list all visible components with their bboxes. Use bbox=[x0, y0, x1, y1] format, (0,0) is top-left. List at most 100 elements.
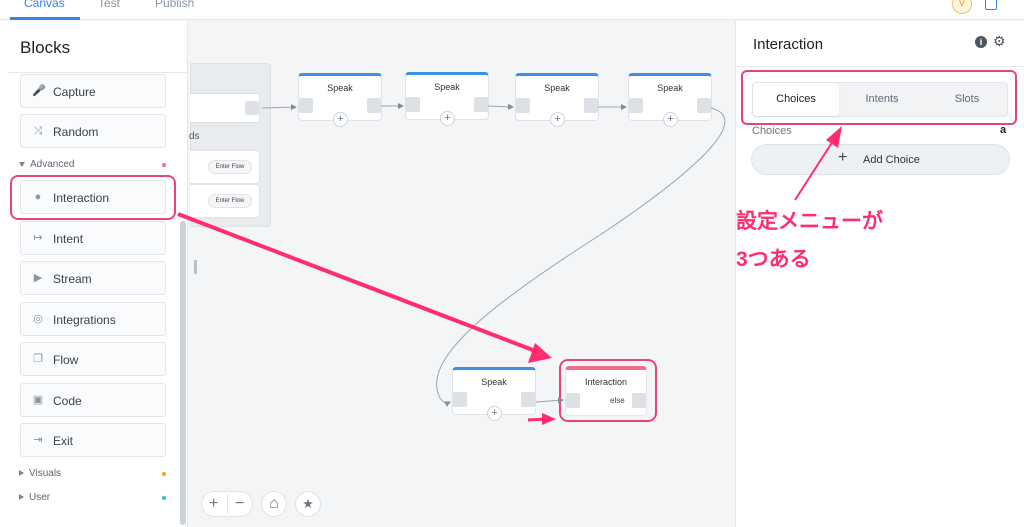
block-code[interactable]: ▣ Code bbox=[20, 383, 166, 417]
choices-label: Choices bbox=[752, 125, 792, 137]
section-advanced[interactable]: Advanced bbox=[19, 159, 74, 170]
section-label: Advanced bbox=[30, 159, 75, 170]
play-icon: ▶ bbox=[33, 272, 43, 284]
block-label: Stream bbox=[53, 272, 92, 286]
group-text: ds bbox=[189, 131, 200, 142]
speak-node[interactable]: Speak + bbox=[298, 73, 382, 127]
node-input-port[interactable] bbox=[299, 98, 313, 113]
node-output-port[interactable] bbox=[584, 98, 598, 113]
node-title: Speak bbox=[481, 377, 507, 387]
active-tab-underline bbox=[10, 17, 80, 20]
node-input-port[interactable] bbox=[406, 97, 420, 112]
sidebar-divider bbox=[8, 72, 188, 73]
panel-title: Interaction bbox=[753, 36, 824, 53]
exit-icon: ⇥ bbox=[33, 434, 43, 446]
globe-icon: ◎ bbox=[33, 313, 43, 325]
document-icon[interactable] bbox=[985, 0, 997, 10]
block-label: Code bbox=[53, 394, 82, 408]
chevron-down-icon bbox=[19, 161, 25, 167]
group-flow-row[interactable]: Enter Flow bbox=[190, 184, 260, 218]
node-output-port[interactable] bbox=[697, 98, 711, 113]
group-flow-row[interactable]: Enter Flow bbox=[190, 150, 260, 184]
shuffle-icon: ⤨ bbox=[33, 125, 43, 137]
group-port[interactable] bbox=[245, 101, 259, 115]
block-integrations[interactable]: ◎ Integrations bbox=[20, 302, 166, 336]
node-title: Speak bbox=[544, 83, 570, 93]
group-row[interactable] bbox=[190, 93, 260, 123]
block-label: Intent bbox=[53, 232, 84, 246]
add-choice-label: Add Choice bbox=[863, 154, 920, 166]
node-input-port[interactable] bbox=[516, 98, 530, 113]
block-label: Exit bbox=[53, 434, 74, 448]
home-button[interactable]: ⌂ bbox=[261, 491, 287, 517]
zoom-divider bbox=[227, 494, 228, 514]
star-button[interactable]: ★ bbox=[295, 491, 321, 517]
block-stream[interactable]: ▶ Stream bbox=[20, 261, 166, 295]
microphone-icon: 🎤 bbox=[32, 85, 46, 97]
add-step-button[interactable]: + bbox=[487, 406, 502, 421]
annotation-text-line1: 設定メニューが bbox=[736, 210, 883, 233]
block-label: Flow bbox=[53, 353, 79, 367]
annotation-text-line2: 3つある bbox=[736, 248, 811, 271]
intent-arrow-icon: ↦ bbox=[33, 232, 43, 244]
code-icon: ▣ bbox=[32, 394, 44, 406]
speak-node[interactable]: Speak + bbox=[405, 72, 489, 126]
block-capture[interactable]: 🎤 Capture bbox=[20, 74, 166, 108]
section-user[interactable]: User bbox=[19, 492, 50, 503]
add-step-button[interactable]: + bbox=[663, 112, 678, 127]
plus-icon: + bbox=[838, 149, 848, 166]
section-dot bbox=[162, 163, 166, 167]
sidebar-scrollbar[interactable] bbox=[180, 221, 186, 525]
panel-divider bbox=[736, 66, 1024, 67]
add-step-button[interactable]: + bbox=[550, 112, 565, 127]
block-label: Capture bbox=[53, 85, 96, 99]
info-icon[interactable]: i bbox=[975, 36, 987, 48]
block-random[interactable]: ⤨ Random bbox=[20, 114, 166, 148]
section-visuals[interactable]: Visuals bbox=[19, 468, 61, 479]
add-step-button[interactable]: + bbox=[333, 112, 348, 127]
node-input-port[interactable] bbox=[629, 98, 643, 113]
tab-canvas[interactable]: Canvas bbox=[24, 0, 65, 10]
node-output-port[interactable] bbox=[521, 392, 535, 407]
block-label: Random bbox=[53, 125, 99, 139]
tabs-highlight bbox=[741, 70, 1017, 125]
flow-icon: ❐ bbox=[33, 353, 43, 365]
tab-publish[interactable]: Publish bbox=[155, 0, 194, 10]
node-output-port[interactable] bbox=[367, 98, 381, 113]
block-flow[interactable]: ❐ Flow bbox=[20, 342, 166, 376]
section-dot bbox=[162, 496, 166, 500]
section-label: Visuals bbox=[29, 468, 62, 479]
zoom-out-button[interactable]: − bbox=[235, 492, 244, 516]
add-step-button[interactable]: + bbox=[440, 111, 455, 126]
canvas-resize-handle[interactable] bbox=[194, 260, 197, 274]
node-title: Speak bbox=[434, 82, 460, 92]
top-tab-bar: Canvas Test Publish V bbox=[0, 0, 1024, 20]
chevron-right-icon bbox=[19, 494, 24, 501]
block-intent[interactable]: ↦ Intent bbox=[20, 221, 166, 255]
speak-node[interactable]: Speak + bbox=[452, 367, 536, 421]
node-output-port[interactable] bbox=[474, 97, 488, 112]
zoom-in-button[interactable]: + bbox=[209, 492, 218, 516]
enter-flow-button[interactable]: Enter Flow bbox=[208, 194, 252, 208]
section-dot bbox=[162, 472, 166, 476]
user-avatar[interactable]: V bbox=[952, 0, 972, 14]
sidebar-title: Blocks bbox=[20, 38, 71, 57]
interaction-node-highlight bbox=[559, 359, 657, 422]
node-title: Speak bbox=[327, 83, 353, 93]
node-title: Speak bbox=[657, 83, 683, 93]
block-exit[interactable]: ⇥ Exit bbox=[20, 423, 166, 457]
node-input-port[interactable] bbox=[453, 392, 467, 407]
add-choice-button[interactable]: + Add Choice bbox=[751, 144, 1010, 175]
block-label: Integrations bbox=[53, 313, 116, 327]
gear-icon[interactable]: ⚙ bbox=[993, 33, 1006, 50]
amazon-icon[interactable]: a bbox=[1000, 124, 1006, 136]
tab-test[interactable]: Test bbox=[98, 0, 120, 10]
star-icon: ★ bbox=[302, 496, 314, 511]
section-label: User bbox=[29, 492, 51, 503]
home-icon: ⌂ bbox=[269, 495, 279, 512]
speak-node[interactable]: Speak + bbox=[515, 73, 599, 127]
speak-node[interactable]: Speak + bbox=[628, 73, 712, 127]
enter-flow-button[interactable]: Enter Flow bbox=[208, 160, 252, 174]
chevron-right-icon bbox=[19, 470, 24, 477]
zoom-controls: + − bbox=[201, 491, 253, 517]
